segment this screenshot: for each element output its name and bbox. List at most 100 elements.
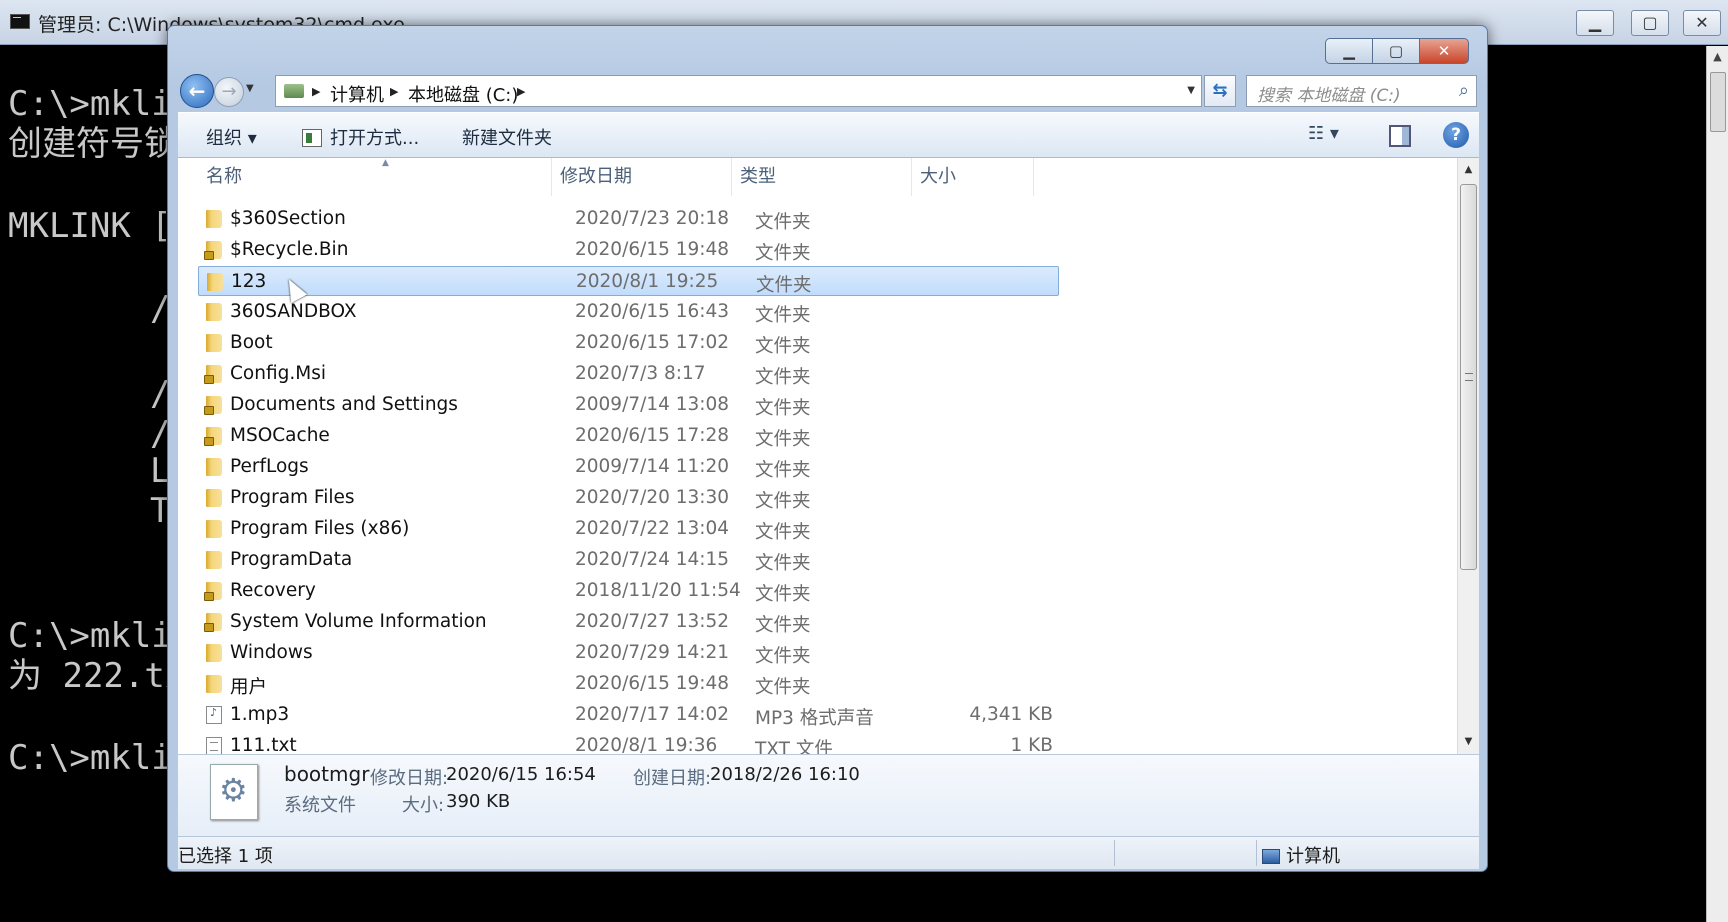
open-with-button[interactable]: 打开方式... <box>302 124 419 150</box>
file-row[interactable]: Boot 2020/6/15 17:02 文件夹 <box>198 328 1059 358</box>
file-date: 2020/7/17 14:02 <box>575 704 730 725</box>
view-options-button[interactable]: ☷ ▾ <box>1308 123 1339 144</box>
breadcrumb-arrow-icon[interactable]: ▶ <box>312 85 320 98</box>
column-name[interactable]: 名称 <box>198 158 552 196</box>
file-row[interactable]: ProgramData 2020/7/24 14:15 文件夹 <box>198 545 1059 575</box>
file-date: 2020/7/3 8:17 <box>575 363 706 384</box>
cmd-minimize-button[interactable]: ▁ <box>1576 10 1614 36</box>
detail-modified-label: 修改日期: <box>370 768 449 789</box>
text-file-icon <box>206 737 222 755</box>
cmd-scrollbar[interactable]: ▲ <box>1706 46 1728 922</box>
detail-modified-value: 2020/6/15 16:54 <box>446 764 596 785</box>
file-row[interactable]: Program Files (x86) 2020/7/22 13:04 文件夹 <box>198 514 1059 544</box>
folder-icon <box>206 520 222 538</box>
file-name: 111.txt <box>230 735 297 756</box>
help-icon[interactable]: ? <box>1443 122 1469 148</box>
file-row[interactable]: Windows 2020/7/29 14:21 文件夹 <box>198 638 1059 668</box>
breadcrumb-computer[interactable]: 计算机 <box>330 81 384 107</box>
file-date: 2020/7/29 14:21 <box>575 642 730 663</box>
computer-location-icon <box>284 84 304 98</box>
recent-pages-dropdown-icon[interactable]: ▼ <box>246 83 254 94</box>
file-row[interactable]: $Recycle.Bin 2020/6/15 19:48 文件夹 <box>198 235 1059 265</box>
file-name: ProgramData <box>230 549 353 570</box>
file-row[interactable]: 用户 2020/6/15 19:48 文件夹 <box>198 669 1059 699</box>
file-list: ▲ 名称 修改日期 类型 大小 $360Section 2020/7/23 20:… <box>178 158 1479 760</box>
file-date: 2020/6/15 19:48 <box>575 673 730 694</box>
scroll-thumb[interactable] <box>1460 184 1477 570</box>
cmd-line: 为 222.tx <box>8 656 186 696</box>
file-list-scrollbar[interactable]: ▲ ▼ <box>1457 158 1479 754</box>
file-name: $360Section <box>230 208 346 229</box>
search-box[interactable]: 搜索 本地磁盘 (C:) ⌕ <box>1246 75 1477 107</box>
new-folder-button[interactable]: 新建文件夹 <box>462 124 552 150</box>
file-type: 文件夹 <box>755 336 811 357</box>
search-icon[interactable]: ⌕ <box>1459 80 1469 101</box>
cmd-scroll-thumb[interactable] <box>1710 72 1726 132</box>
folder-icon <box>206 334 222 352</box>
organize-button[interactable]: 组织 ▾ <box>206 124 257 150</box>
command-bar: 组织 ▾ 打开方式... 新建文件夹 ☷ ▾ ? <box>178 112 1479 158</box>
cmd-line: MKLINK [[ <box>8 206 193 246</box>
detail-created-label: 创建日期: <box>633 768 712 789</box>
file-date: 2020/7/20 13:30 <box>575 487 730 508</box>
file-date: 2020/6/15 17:28 <box>575 425 730 446</box>
file-name: 123 <box>231 271 267 292</box>
file-row[interactable]: $360Section 2020/7/23 20:18 文件夹 <box>198 204 1059 234</box>
file-name: 360SANDBOX <box>230 301 357 322</box>
file-row[interactable]: Program Files 2020/7/20 13:30 文件夹 <box>198 483 1059 513</box>
status-location: 计算机 <box>1262 842 1340 868</box>
file-row[interactable]: Documents and Settings 2009/7/14 13:08 文件夹 <box>198 390 1059 420</box>
cmd-line: C:\>mklin <box>8 616 193 656</box>
cmd-line: C:\>mklin <box>8 84 193 124</box>
file-size: 1 KB <box>1010 735 1053 756</box>
close-button[interactable]: ✕ <box>1419 38 1469 64</box>
column-date[interactable]: 修改日期 <box>552 158 732 196</box>
column-size[interactable]: 大小 <box>912 158 1034 196</box>
file-row[interactable]: Recovery 2018/11/20 11:54 文件夹 <box>198 576 1059 606</box>
folder-icon <box>206 458 222 476</box>
breadcrumb-arrow-icon[interactable]: ▶ <box>390 85 398 98</box>
preview-pane-icon[interactable] <box>1389 125 1411 147</box>
file-type: 文件夹 <box>755 243 811 264</box>
status-location-label: 计算机 <box>1286 846 1340 867</box>
file-row[interactable]: System Volume Information 2020/7/27 13:52… <box>198 607 1059 637</box>
minimize-button[interactable]: ▁ <box>1325 38 1373 64</box>
file-type: 文件夹 <box>755 398 811 419</box>
file-row[interactable]: 1.mp3 2020/7/17 14:02 MP3 格式声音 4,341 KB <box>198 700 1059 730</box>
status-bar: 已选择 1 项 计算机 <box>178 836 1479 869</box>
address-bar[interactable]: ▶ 计算机 ▶ 本地磁盘 (C:) ▶ ▼ <box>275 75 1202 107</box>
scroll-up-icon[interactable]: ▲ <box>1707 46 1728 68</box>
open-with-label: 打开方式... <box>330 128 420 149</box>
address-history-dropdown-icon[interactable]: ▼ <box>1187 85 1195 96</box>
file-size: 4,341 KB <box>969 704 1053 725</box>
file-row[interactable]: 360SANDBOX 2020/6/15 16:43 文件夹 <box>198 297 1059 327</box>
details-pane: bootmgr 修改日期: 2020/6/15 16:54 创建日期: 2018… <box>178 754 1479 836</box>
file-type: 文件夹 <box>755 584 811 605</box>
breadcrumb-drive[interactable]: 本地磁盘 (C:) <box>408 81 518 107</box>
file-name: $Recycle.Bin <box>230 239 349 260</box>
file-date: 2018/11/20 11:54 <box>575 580 741 601</box>
file-date: 2020/6/15 16:43 <box>575 301 730 322</box>
file-row[interactable]: PerfLogs 2009/7/14 11:20 文件夹 <box>198 452 1059 482</box>
scroll-down-icon[interactable]: ▼ <box>1458 732 1479 752</box>
locked-folder-icon <box>204 427 222 446</box>
scroll-up-icon[interactable]: ▲ <box>1458 160 1479 180</box>
back-arrow-icon[interactable]: ← <box>180 74 214 108</box>
file-type: 文件夹 <box>755 553 811 574</box>
file-name: Config.Msi <box>230 363 326 384</box>
breadcrumb-arrow-icon[interactable]: ▶ <box>517 85 525 98</box>
file-name: System Volume Information <box>230 611 487 632</box>
cmd-maximize-button[interactable]: ▢ <box>1631 10 1669 36</box>
file-row[interactable]: MSOCache 2020/6/15 17:28 文件夹 <box>198 421 1059 451</box>
refresh-icon[interactable]: ⇆ <box>1204 75 1236 107</box>
maximize-button[interactable]: ▢ <box>1372 38 1420 64</box>
search-placeholder: 搜索 本地磁盘 (C:) <box>1257 86 1401 106</box>
column-type[interactable]: 类型 <box>732 158 912 196</box>
forward-arrow-icon[interactable]: → <box>214 77 244 107</box>
file-row[interactable]: Config.Msi 2020/7/3 8:17 文件夹 <box>198 359 1059 389</box>
file-row[interactable]: 123 2020/8/1 19:25 文件夹 <box>198 266 1059 296</box>
file-date: 2020/7/24 14:15 <box>575 549 730 570</box>
folder-icon <box>206 303 222 321</box>
cmd-close-button[interactable]: ✕ <box>1683 10 1721 36</box>
cmd-line: 创建符号锁 <box>8 124 178 164</box>
